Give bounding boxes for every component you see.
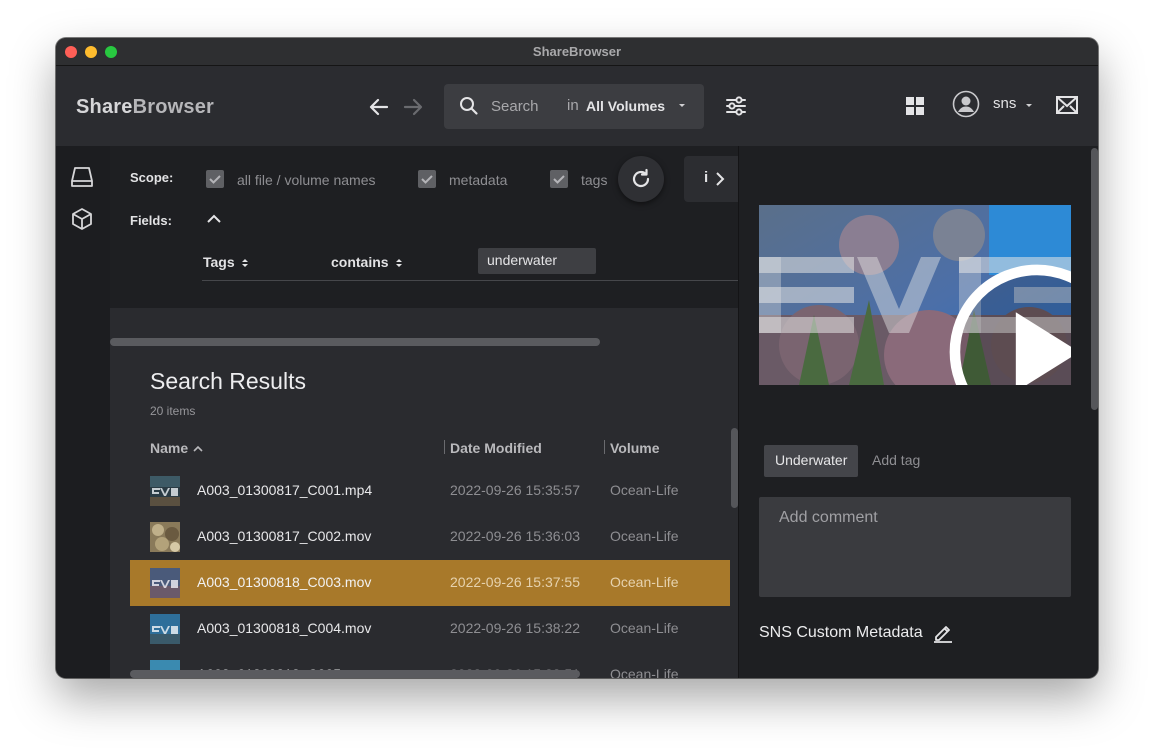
operator-selector-label: contains — [331, 254, 389, 270]
app-header: ShareBrowser Search in All Volumes sns — [56, 66, 1098, 146]
table-row[interactable]: A003_01300817_C001.mp4 2022-09-26 15:35:… — [130, 468, 730, 514]
operator-selector[interactable]: contains — [331, 254, 403, 270]
sort-ascending-icon — [193, 446, 203, 452]
field-selector-label: Tags — [203, 254, 235, 270]
play-icon[interactable] — [881, 262, 1071, 385]
mail-icon[interactable] — [1055, 93, 1079, 117]
side-rail — [56, 146, 110, 678]
results-count: 20 items — [150, 404, 196, 418]
horizontal-scrollbar[interactable] — [110, 338, 600, 346]
title-bar: ShareBrowser — [56, 38, 1098, 66]
chevron-right-icon — [716, 172, 725, 186]
search-input[interactable]: Search — [491, 98, 539, 115]
thumbnail-image — [150, 522, 180, 552]
tag-chip[interactable]: Underwater — [764, 445, 859, 477]
metadata-section-title: SNS Custom Metadata — [759, 624, 923, 641]
volume-name: Ocean-Life — [610, 620, 679, 636]
sort-arrows-icon — [241, 259, 248, 268]
forward-arrow-icon[interactable] — [400, 94, 426, 120]
vertical-scrollbar[interactable] — [1091, 148, 1098, 410]
checkbox-metadata[interactable] — [418, 170, 436, 188]
thumbnail-image — [150, 568, 180, 598]
sort-arrows-icon — [395, 259, 402, 268]
search-scope-panel: Scope: all file / volume names metadata … — [110, 146, 738, 308]
date-modified: 2022-09-26 15:38:22 — [450, 620, 580, 636]
drive-icon[interactable] — [69, 164, 95, 190]
checkbox-label: all file / volume names — [237, 172, 376, 188]
date-modified: 2022-09-26 15:35:57 — [450, 482, 580, 498]
column-header-volume[interactable]: Volume — [610, 440, 660, 456]
volume-name: Ocean-Life — [610, 482, 679, 498]
horizontal-scrollbar[interactable] — [130, 670, 580, 678]
add-tag-input[interactable]: Add tag — [872, 452, 920, 468]
date-modified: 2022-09-26 15:36:03 — [450, 528, 580, 544]
file-name: A003_01300818_C003.mov — [197, 574, 372, 590]
divider — [202, 280, 738, 281]
volume-name: Ocean-Life — [610, 574, 679, 590]
thumbnail-image — [150, 614, 180, 644]
checkbox-label: tags — [581, 172, 608, 188]
chevron-up-icon[interactable] — [206, 212, 222, 226]
sliders-icon[interactable] — [724, 94, 748, 118]
video-player[interactable] — [759, 205, 1071, 385]
volume-name: Ocean-Life — [610, 528, 679, 544]
main-panel: Scope: all file / volume names metadata … — [110, 146, 738, 678]
refresh-button[interactable] — [618, 156, 664, 202]
column-divider[interactable] — [444, 440, 445, 454]
vertical-scrollbar[interactable] — [731, 428, 738, 508]
table-row-selected[interactable]: A003_01300818_C003.mov 2022-09-26 15:37:… — [130, 560, 730, 606]
info-panel-toggle[interactable]: i — [684, 156, 738, 202]
avatar-icon[interactable] — [952, 90, 980, 118]
column-header-name[interactable]: Name — [150, 440, 203, 456]
filter-value-input[interactable]: underwater — [478, 248, 596, 274]
chevron-down-icon — [1026, 104, 1032, 107]
table-row[interactable]: A003_01300817_C002.mov 2022-09-26 15:36:… — [130, 514, 730, 560]
user-menu[interactable]: sns — [993, 95, 1016, 112]
logo-part-share: Share — [76, 96, 133, 118]
back-arrow-icon[interactable] — [366, 94, 392, 120]
file-name: A003_01300818_C004.mov — [197, 620, 372, 636]
search-icon — [460, 97, 478, 115]
field-selector[interactable]: Tags — [203, 254, 249, 270]
app-logo[interactable]: ShareBrowser — [76, 96, 214, 119]
cube-icon[interactable] — [69, 206, 95, 232]
preview-panel: Underwater Add tag Add comment SNS Custo… — [738, 146, 1098, 678]
column-divider[interactable] — [604, 440, 605, 454]
results-title: Search Results — [150, 368, 306, 394]
fields-label: Fields: — [130, 213, 172, 228]
checkbox-tags[interactable] — [550, 170, 568, 188]
volume-selector[interactable]: All Volumes — [586, 98, 665, 114]
column-header-date[interactable]: Date Modified — [450, 440, 542, 456]
checkbox-file-names[interactable] — [206, 170, 224, 188]
table-row[interactable]: A003_01300818_C004.mov 2022-09-26 15:38:… — [130, 606, 730, 652]
scope-label: Scope: — [130, 170, 174, 185]
file-name: A003_01300817_C001.mp4 — [197, 482, 373, 498]
search-bar[interactable]: Search in All Volumes — [444, 84, 704, 129]
thumbnail-image — [150, 476, 180, 506]
app-window: ShareBrowser ShareBrowser Search in All … — [56, 38, 1098, 678]
comment-field[interactable]: Add comment — [759, 497, 1071, 597]
refresh-icon — [632, 168, 650, 188]
chevron-down-icon — [679, 104, 685, 107]
logo-part-browser: Browser — [132, 96, 215, 118]
window-title: ShareBrowser — [532, 44, 622, 59]
date-modified: 2022-09-26 15:37:55 — [450, 574, 580, 590]
volume-name: Ocean-Life — [610, 666, 679, 678]
grid-view-icon[interactable] — [905, 96, 925, 116]
file-name: A003_01300817_C002.mov — [197, 528, 372, 544]
pencil-icon[interactable] — [932, 621, 954, 643]
column-header-name-label: Name — [150, 440, 189, 456]
search-in-label: in — [567, 97, 579, 114]
info-label: i — [704, 169, 709, 186]
checkbox-label: metadata — [449, 172, 508, 188]
